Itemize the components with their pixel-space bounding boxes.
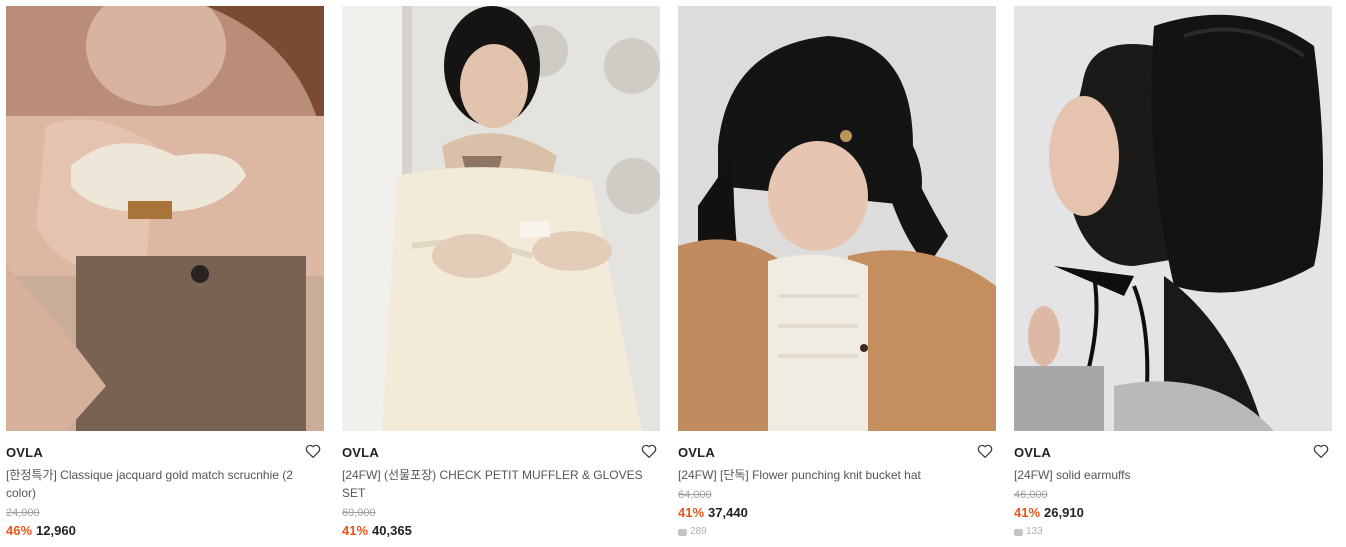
product-image[interactable] [1014,6,1332,431]
product-title[interactable]: [24FW] [단독] Flower punching knit bucket … [678,466,990,484]
product-title[interactable]: [24FW] solid earmuffs [1014,466,1326,484]
original-price: 69,000 [342,507,376,519]
sale-price: 40,365 [372,523,412,538]
product-image[interactable] [6,6,324,431]
price-row: 46% 12,960 [6,523,324,539]
product-title[interactable]: [한정특가] Classique jacquard gold match scr… [6,466,318,502]
review-count: 289 [678,526,996,538]
product-image[interactable] [678,6,996,431]
product-image[interactable] [342,6,660,431]
original-price: 46,000 [1014,489,1048,501]
price-row: 41% 40,365 [342,523,660,539]
heart-outline-icon[interactable] [304,442,322,460]
sale-price: 26,910 [1044,505,1084,520]
product-card[interactable]: OVLA [24FW] (선물포장) CHECK PETIT MUFFLER &… [342,6,660,547]
sale-price: 37,440 [708,505,748,520]
review-bubble-icon [678,528,687,536]
discount-rate: 41% [342,523,369,538]
original-price: 64,000 [678,489,712,501]
product-card[interactable]: OVLA [한정특가] Classique jacquard gold matc… [6,6,324,547]
review-bubble-icon [1014,528,1023,536]
product-title[interactable]: [24FW] (선물포장) CHECK PETIT MUFFLER & GLOV… [342,466,654,502]
review-count: 133 [1014,526,1332,538]
product-grid: OVLA [한정특가] Classique jacquard gold matc… [0,0,1346,547]
brand-name[interactable]: OVLA [1014,445,1332,461]
heart-outline-icon[interactable] [640,442,658,460]
original-price: 24,000 [6,507,40,519]
price-row: 41% 26,910 [1014,505,1332,521]
heart-outline-icon[interactable] [1312,442,1330,460]
brand-name[interactable]: OVLA [6,445,324,461]
heart-outline-icon[interactable] [976,442,994,460]
review-count-value: 289 [690,526,707,537]
review-count-value: 133 [1026,526,1043,537]
discount-rate: 41% [678,505,705,520]
discount-rate: 41% [1014,505,1041,520]
discount-rate: 46% [6,523,33,538]
product-card[interactable]: OVLA [24FW] [단독] Flower punching knit bu… [678,6,996,547]
product-card[interactable]: OVLA [24FW] solid earmuffs 46,000 41% 26,… [1014,6,1332,547]
sale-price: 12,960 [36,523,76,538]
brand-name[interactable]: OVLA [342,445,660,461]
price-row: 41% 37,440 [678,505,996,521]
brand-name[interactable]: OVLA [678,445,996,461]
